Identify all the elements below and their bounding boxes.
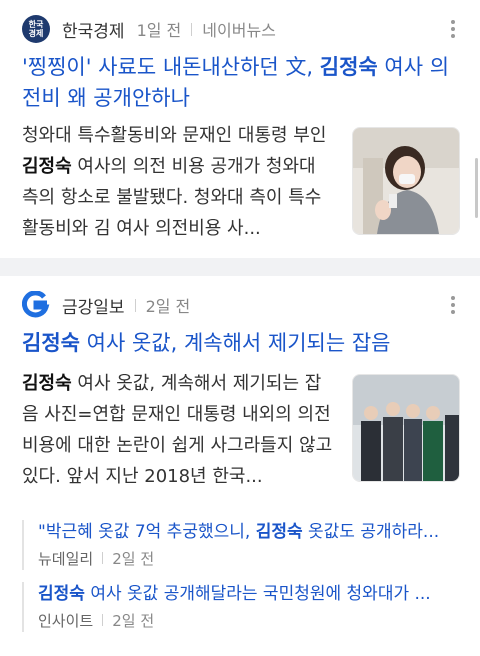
source-row: 한국 경제 한국경제 1일 전 네이버뉴스 — [22, 14, 276, 44]
more-options-icon[interactable] — [444, 15, 462, 43]
article-thumbnail[interactable] — [352, 127, 460, 235]
related-source[interactable]: 인사이트 — [38, 610, 93, 631]
meta-divider — [102, 614, 104, 626]
source-name[interactable]: 한국경제 — [62, 17, 125, 42]
thumbnail-photo — [353, 128, 459, 234]
related-meta: 뉴데일리 2일 전 — [38, 546, 474, 570]
headline-text: 여사 옷값, 계속해서 제기되는 잡음 — [79, 331, 391, 355]
thumbnail-photo — [353, 375, 459, 481]
published-time: 2일 전 — [145, 297, 191, 316]
headline[interactable]: '찡찡이' 사료도 내돈내산하던 文, 김정숙 여사 의전비 왜 공개안하나 — [22, 52, 462, 114]
article-summary[interactable]: 청와대 특수활동비와 문재인 대통령 부인 김정숙 여사의 의전 비용 공개가 … — [22, 120, 334, 244]
channel-label: 네이버뉴스 — [202, 21, 276, 40]
source-row: 금강일보 2일 전 — [22, 290, 190, 320]
meta-divider — [191, 22, 193, 36]
related-title-text: 옷값도 공개하라... — [302, 522, 440, 542]
headline-text: '찡찡이' 사료도 내돈내산하던 文, — [22, 55, 320, 79]
related-time: 2일 전 — [112, 611, 155, 630]
source-logo-geumgang[interactable] — [22, 291, 50, 319]
headline[interactable]: 김정숙 여사 옷값, 계속해서 제기되는 잡음 — [22, 328, 462, 359]
related-article[interactable]: "박근혜 옷값 7억 추궁했으니, 김정숙 옷값도 공개하라... 뉴데일리 2… — [22, 520, 474, 570]
related-title-text: "박근혜 옷값 7억 추궁했으니, — [38, 522, 256, 542]
related-title-highlight: 김정숙 — [255, 522, 303, 542]
card-separator — [0, 258, 480, 276]
news-card-1: 한국 경제 한국경제 1일 전 네이버뉴스 '찡찡이' 사료도 내돈내산하던 文… — [0, 0, 480, 258]
meta-divider — [134, 298, 136, 312]
related-title[interactable]: "박근혜 옷값 7억 추궁했으니, 김정숙 옷값도 공개하라... — [38, 520, 474, 544]
related-title-text: 여사 옷값 공개해달라는 국민청원에 청와대가 ... — [84, 584, 431, 604]
related-article[interactable]: 김정숙 여사 옷값 공개해달라는 국민청원에 청와대가 ... 인사이트 2일 … — [22, 582, 474, 632]
summary-highlight: 김정숙 — [22, 156, 72, 177]
headline-highlight: 김정숙 — [22, 331, 80, 355]
article-summary[interactable]: 김정숙 여사 옷값, 계속해서 제기되는 잡음 사진=연합 문재인 대통령 내외… — [22, 368, 334, 492]
news-card-2: 금강일보 2일 전 김정숙 여사 옷값, 계속해서 제기되는 잡음 김정숙 여사… — [0, 276, 480, 656]
source-logo-hankyung[interactable]: 한국 경제 — [22, 15, 50, 43]
scrollbar[interactable] — [475, 158, 478, 218]
related-meta: 인사이트 2일 전 — [38, 608, 474, 632]
source-name[interactable]: 금강일보 — [62, 293, 125, 318]
related-title[interactable]: 김정숙 여사 옷값 공개해달라는 국민청원에 청와대가 ... — [38, 582, 474, 606]
related-time: 2일 전 — [112, 549, 155, 568]
headline-highlight: 김정숙 — [319, 55, 378, 79]
summary-highlight: 김정숙 — [22, 373, 72, 394]
published-time: 1일 전 — [136, 21, 182, 40]
logo-text: 한국 경제 — [28, 20, 44, 38]
meta-divider — [102, 552, 104, 564]
more-options-icon[interactable] — [444, 291, 462, 319]
g-logo-icon — [22, 291, 50, 318]
related-title-highlight: 김정숙 — [38, 584, 85, 604]
summary-text: 청와대 특수활동비와 문재인 대통령 부인 — [22, 125, 327, 146]
article-thumbnail[interactable] — [352, 374, 460, 482]
related-source[interactable]: 뉴데일리 — [38, 548, 93, 569]
